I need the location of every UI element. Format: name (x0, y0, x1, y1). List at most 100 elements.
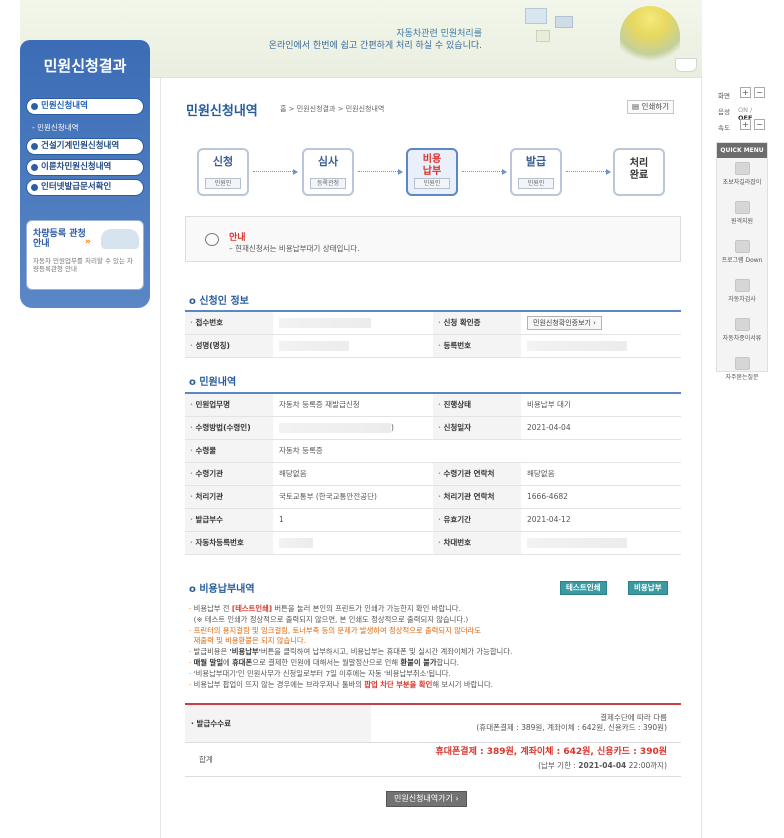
view-confirmation-button[interactable]: 민원신청확인증보기 › (527, 315, 602, 330)
step-label: 신청 (212, 155, 234, 168)
date-value: 2021-04-04 (521, 416, 681, 440)
slogan-line1: 자동차관련 민원처리를 (396, 29, 482, 39)
quick-item-label: 프로그램 Down (721, 257, 763, 264)
agency-contact-value: 해당없음 (521, 462, 681, 486)
office-banner-title: 차량등록 관청 안내 (33, 229, 86, 249)
fee-table: · 발급수수료 결제수단에 따라 다름 (휴대폰결제 : 389원, 계좌이체 … (185, 703, 681, 777)
fee-section-title: 비용납부내역 (189, 580, 254, 595)
note-line: · '비용납부대기'인 민원사무가 신청일로부터 7일 이후에는 자동 '비용납… (189, 669, 679, 680)
bullet-icon (31, 184, 38, 191)
agency-contact-label: 수령기관 연락처 (433, 462, 521, 486)
nav-item-doc-verify[interactable]: 인터넷발급문서확인 (26, 179, 144, 196)
proc-contact-value: 1666-4682 (521, 485, 681, 509)
sound-label: 음성 (718, 108, 730, 116)
confirm-label: 신청 확인증 (433, 311, 521, 335)
quick-item-remote[interactable]: 원격지원 (717, 201, 767, 236)
quick-item-faq[interactable]: 자주묻는질문 (717, 357, 767, 392)
fee-value: 결제수단에 따라 다름 (휴대폰결제 : 389원, 계좌이체 : 642원, … (371, 704, 681, 743)
table-row: 자동차등록번호 차대번호 (185, 531, 681, 555)
bullet-icon (31, 143, 38, 150)
civil-section-title: 민원내역 (189, 373, 236, 388)
status-label: 진행상태 (433, 393, 521, 417)
registration-office-banner[interactable]: 차량등록 관청 안내 » 자동차 민원업무를 처리할 수 있는 차량등록관청 안… (26, 220, 144, 290)
accessibility-panel: 화면 + − 음성 ON / OFF 속도 + − (716, 86, 768, 134)
table-row: 합계 휴대폰결제 : 389원, 계좌이체 : 642원, 신용카드 : 390… (185, 742, 681, 777)
nav-item-construction[interactable]: 건설기계민원신청내역 (26, 138, 144, 155)
step-label: 처리 완료 (629, 158, 649, 181)
table-row: · 발급수수료 결제수단에 따라 다름 (휴대폰결제 : 389원, 계좌이체 … (185, 704, 681, 743)
valid-label: 유효기간 (433, 508, 521, 532)
note-text: 버튼을 눌러 본인의 프린트가 인쇄가 가능한지 확인 바랍니다. (272, 604, 461, 613)
quick-item-label: 자주묻는질문 (725, 374, 759, 381)
step-complete: 처리 완료 (613, 148, 665, 196)
nav-item-civil-history[interactable]: 민원신청내역 (26, 98, 144, 115)
note-text: 팝업 차단 부분을 확인 (364, 679, 433, 689)
decor-flower-icon (620, 6, 680, 70)
step-apply: 신청 민원인 (197, 148, 249, 196)
notice-desc: – 현재신청서는 비용납부대기 상태입니다. (229, 244, 360, 253)
notice-box: 안내 – 현재신청서는 비용납부대기 상태입니다. (185, 216, 681, 262)
quick-item-beginner[interactable]: 초보자길라잡이 (717, 162, 767, 197)
table-row: 접수번호 신청 확인증 민원신청확인증보기 › (185, 311, 681, 335)
decor-frame-icon (525, 8, 547, 24)
arrow-icon: » (85, 237, 91, 247)
zoom-out-button[interactable]: − (754, 87, 765, 98)
step-label: 발급 (525, 155, 547, 168)
proc-label: 처리기관 (185, 485, 273, 509)
sound-on[interactable]: ON (738, 106, 748, 114)
masked-value (527, 537, 627, 548)
print-button[interactable]: ▤ 인쇄하기 (627, 100, 675, 114)
masked-value (279, 537, 313, 548)
note-line: · 비용납부 팝업이 뜨지 않는 경우에는 브라우저나 툴바의 팝업 차단 부분… (189, 680, 679, 691)
step-badge: 민원인 (414, 178, 450, 189)
step-review: 심사 등록관청 (302, 148, 354, 196)
step-label: 비용 납부 (422, 154, 442, 177)
nav-item-label: 건설기계민원신청내역 (41, 141, 120, 151)
step-arrow-icon (358, 169, 403, 175)
receipt-no-label: 접수번호 (185, 311, 273, 335)
agency-value: 해당없음 (273, 462, 433, 486)
speed-up-button[interactable]: + (740, 119, 751, 130)
note-text: 비용납부 팝업이 뜨지 않는 경우에는 브라우저나 툴바의 (193, 679, 365, 689)
speed-row: 속도 + − (716, 118, 768, 134)
method-label: 수령방법(수령인) (185, 416, 273, 440)
date-label: 신청일자 (433, 416, 521, 440)
masked-value (279, 422, 391, 433)
item-label: 수령물 (185, 439, 273, 463)
left-nav-title: 민원신청결과 (43, 57, 127, 75)
step-label: 심사 (317, 155, 339, 168)
valid-value: 2021-04-12 (521, 508, 681, 532)
test-print-button[interactable]: 테스트인쇄 (560, 581, 607, 595)
quick-item-download[interactable]: 프로그램 Down (717, 240, 767, 275)
quick-item-inspection[interactable]: 자동차검사 (717, 279, 767, 314)
paper-icon (734, 318, 750, 331)
step-arrow-icon (566, 169, 611, 175)
step-arrow-icon (253, 169, 298, 175)
left-nav: 민원신청결과 민원신청내역 - 민원신청내역 건설기계민원신청내역 이륜차민원신… (20, 40, 150, 308)
note-text: 매월 말일 (193, 657, 224, 667)
step-badge: 민원인 (518, 178, 554, 189)
applicant-section-title: 신청인 정보 (189, 292, 248, 307)
step-badge: 등록관청 (310, 178, 346, 189)
back-to-list-button[interactable]: 민원신청내역가기 › (386, 791, 467, 807)
fee-line1: 결제수단에 따라 다름 (600, 713, 667, 723)
speed-down-button[interactable]: − (754, 119, 765, 130)
pay-button[interactable]: 비용납부 (628, 581, 668, 595)
nav-subitem-civil-history[interactable]: - 민원신청내역 (32, 122, 79, 133)
quick-item-paper[interactable]: 자동차종이서류 (717, 318, 767, 353)
quick-menu: QUICK MENU 초보자길라잡이 원격지원 프로그램 Down 자동차검사 … (716, 142, 768, 381)
slogan-line2: 온라인에서 한번에 쉽고 간편하게 처리 하실 수 있습니다. (268, 41, 482, 51)
status-value: 비용납부 대기 (521, 393, 681, 417)
zoom-in-button[interactable]: + (740, 87, 751, 98)
note-text: 비용납부 전 (193, 604, 232, 613)
page-title: 민원신청내역 (186, 104, 258, 119)
sound-row: 음성 ON / OFF (716, 102, 768, 122)
note-text: 에 (223, 657, 233, 667)
banner-slogan: 자동차관련 민원처리를 온라인에서 한번에 쉽고 간편하게 처리 하실 수 있습… (250, 28, 482, 52)
note-line: · 비용납부 전 [테스트인쇄] 버튼을 눌러 본인의 프린트가 인쇄가 가능한… (189, 604, 679, 615)
total-amounts: 휴대폰결제 : 389원, 계좌이체 : 642원, 신용카드 : 390원 (435, 747, 667, 757)
nav-item-motorcycle[interactable]: 이륜차민원신청내역 (26, 159, 144, 176)
table-row: 처리기관 국토교통부 (한국교통안전공단) 처리기관 연락처 1666-4682 (185, 485, 681, 509)
quick-item-label: 원격지원 (730, 218, 754, 225)
note-line: · 매월 말일에 휴대폰으로 결제한 민원에 대해서는 월말정산으로 인해 환불… (189, 658, 679, 669)
